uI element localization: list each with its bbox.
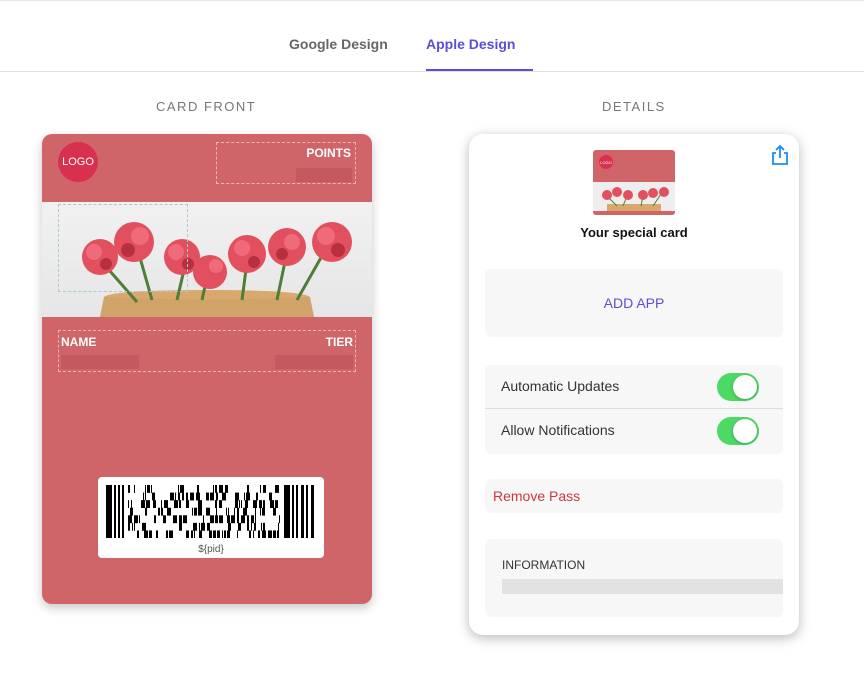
card-title: Your special card	[580, 225, 688, 240]
secondary-fields[interactable]: NAME TIER	[58, 330, 356, 372]
pdf417-barcode-graphic	[106, 485, 314, 538]
information-section: INFORMATION	[485, 539, 783, 617]
remove-pass-button[interactable]: Remove Pass	[485, 479, 783, 513]
toggle-settings: Automatic Updates Allow Notifications	[485, 365, 783, 454]
share-icon[interactable]	[770, 144, 790, 166]
thumbnail-flowers-image	[602, 187, 669, 211]
card-thumbnail: LOGO	[593, 150, 675, 215]
points-field[interactable]: POINTS	[216, 142, 356, 184]
details-panel: LOGO Your special card ADD APP Automatic…	[469, 134, 799, 635]
pass-designer: Google Design Apple Design CARD FRONT DE…	[0, 0, 864, 700]
add-app-button[interactable]: ADD APP	[485, 269, 783, 337]
barcode-text: ${pid}	[198, 544, 224, 555]
points-label: POINTS	[306, 146, 351, 160]
tier-value-placeholder	[275, 355, 353, 369]
thumbnail-logo: LOGO	[599, 155, 613, 169]
allow-notifications-label: Allow Notifications	[501, 422, 615, 438]
card-front: LOGO POINTS NAME TIER ${pid}	[42, 134, 372, 604]
design-tabs: Google Design Apple Design	[0, 0, 864, 72]
automatic-updates-row: Automatic Updates	[485, 365, 783, 409]
allow-notifications-toggle[interactable]	[717, 417, 759, 445]
toggle-knob	[733, 375, 757, 399]
toggle-knob	[733, 419, 757, 443]
tab-google-design[interactable]: Google Design	[289, 36, 388, 52]
allow-notifications-row: Allow Notifications	[485, 409, 783, 453]
information-value-placeholder	[502, 579, 783, 594]
logo-placeholder[interactable]: LOGO	[58, 142, 98, 182]
details-title: DETAILS	[602, 99, 666, 114]
thumbnail-hero	[593, 182, 675, 211]
tab-apple-design[interactable]: Apple Design	[426, 36, 515, 52]
automatic-updates-label: Automatic Updates	[501, 378, 620, 394]
tier-label: TIER	[325, 335, 353, 349]
barcode[interactable]: ${pid}	[98, 477, 324, 558]
active-tab-indicator	[426, 69, 533, 71]
hero-image[interactable]	[42, 202, 372, 317]
automatic-updates-toggle[interactable]	[717, 373, 759, 401]
points-value-placeholder	[296, 168, 352, 182]
card-front-title: CARD FRONT	[156, 99, 257, 114]
information-label: INFORMATION	[502, 558, 586, 572]
hero-strip-selection	[58, 204, 188, 292]
name-value-placeholder	[61, 355, 139, 369]
name-label: NAME	[61, 335, 97, 349]
